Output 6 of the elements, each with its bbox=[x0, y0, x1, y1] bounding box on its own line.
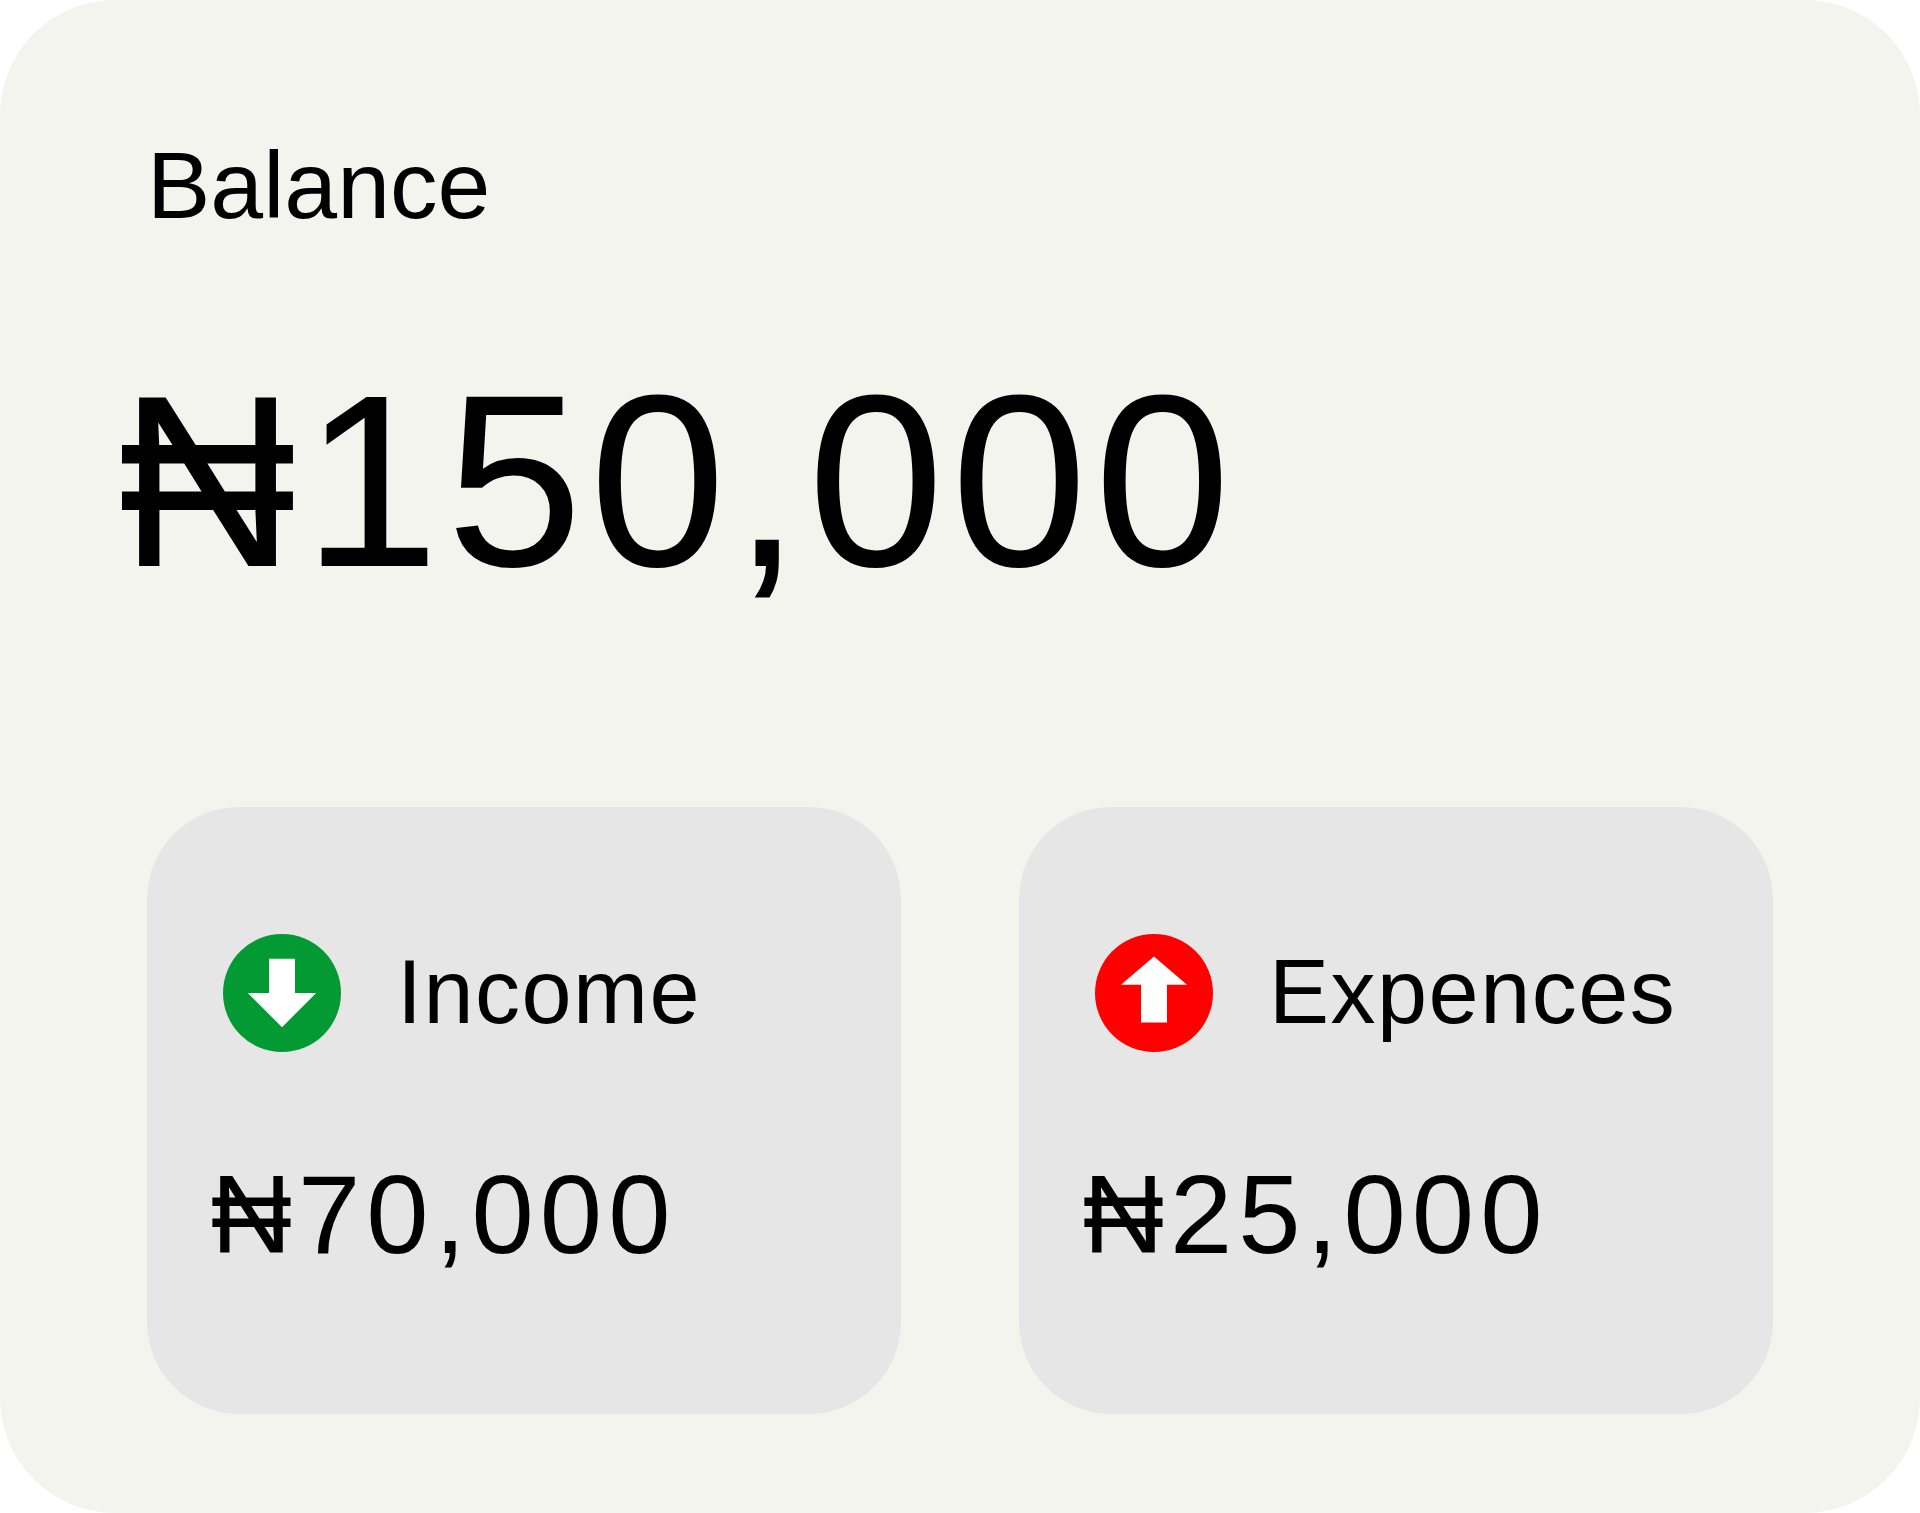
balance-label: Balance bbox=[147, 131, 491, 240]
expense-amount: ₦25,000 bbox=[1083, 1151, 1549, 1279]
balance-amount: ₦150,000 bbox=[119, 343, 1238, 621]
income-label: Income bbox=[397, 941, 702, 1045]
income-amount: ₦70,000 bbox=[211, 1151, 677, 1279]
expense-label: Expences bbox=[1269, 941, 1677, 1045]
